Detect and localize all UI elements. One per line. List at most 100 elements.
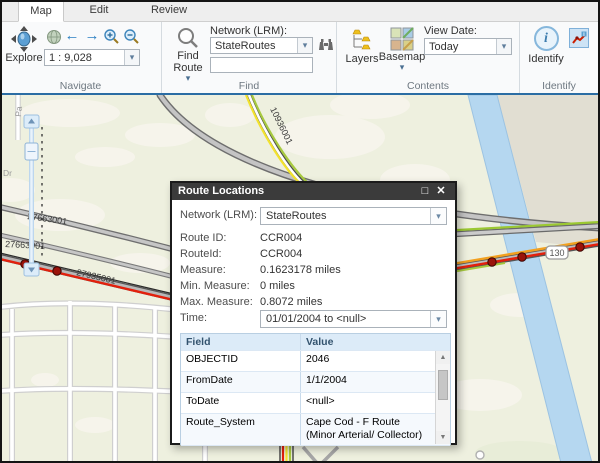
cell-field: OBJECTID xyxy=(181,351,301,371)
view-date-label: View Date: xyxy=(424,25,477,37)
column-header-field[interactable]: Field xyxy=(181,334,301,350)
layers-label: Layers xyxy=(345,53,379,65)
field-value: 0.8072 miles xyxy=(260,296,323,308)
network-combo-value: StateRoutes xyxy=(215,39,276,52)
route-input[interactable] xyxy=(210,57,313,73)
field-label: Route ID: xyxy=(180,232,227,244)
cell-value: <null> xyxy=(306,395,335,407)
network-row: Network (LRM): StateRoutes ▾ xyxy=(180,207,447,225)
view-date-value: Today xyxy=(429,40,459,53)
basemap-button[interactable]: Basemap ▾ xyxy=(379,27,425,72)
cell-field: Route_System xyxy=(181,414,301,445)
table-row[interactable]: OBJECTID 2046 xyxy=(181,351,450,372)
group-find: Find Route ▾ Network (LRM): StateRoutes … xyxy=(162,22,337,93)
ribbon: Explore ← → 1 : 9,028 ▾ Navigate Find Ro… xyxy=(0,22,600,93)
table-header-row: Field Value xyxy=(181,334,450,351)
street-label: Dr xyxy=(3,168,12,178)
identify-button[interactable]: i Identify xyxy=(526,26,566,65)
full-extent-globe-icon[interactable] xyxy=(46,29,62,45)
route-locations-dialog: Route Locations □ ✕ Network (LRM): State… xyxy=(170,181,457,446)
cell-field: FromDate xyxy=(181,372,301,392)
group-label-identify: Identify xyxy=(542,80,576,92)
explore-label: Explore xyxy=(5,52,43,64)
attribute-table: Field Value OBJECTID 2046 FromDate 1/1/2… xyxy=(180,333,451,446)
cell-value: 2046 xyxy=(306,353,330,365)
field-label: Measure: xyxy=(180,264,226,276)
dialog-title-bar[interactable]: Route Locations □ ✕ xyxy=(172,183,455,200)
chevron-down-icon[interactable]: ▾ xyxy=(430,208,446,224)
group-identify: i Identify i Identify xyxy=(520,22,598,93)
field-label: Time: xyxy=(180,312,208,324)
scroll-down-icon[interactable]: ▼ xyxy=(436,431,450,444)
column-header-value[interactable]: Value xyxy=(301,334,450,350)
group-navigate: Explore ← → 1 : 9,028 ▾ Navigate xyxy=(0,22,162,93)
table-row[interactable]: FromDate 1/1/2004 xyxy=(181,372,450,393)
explore-button[interactable]: Explore xyxy=(4,26,44,64)
group-label-contents: Contents xyxy=(406,80,450,92)
field-label: Max. Measure: xyxy=(180,296,253,308)
field-label: RouteId: xyxy=(180,248,222,260)
cell-value: Cape Cod - F Route (Minor Arterial/ Coll… xyxy=(306,416,423,441)
dialog-network-value: StateRoutes xyxy=(266,210,327,222)
time-row: Time: 01/01/2004 to <null> ▾ xyxy=(180,310,447,328)
explore-icon xyxy=(11,26,37,52)
route-id-row: Route ID: CCR004 xyxy=(180,230,447,246)
street-label: Pa xyxy=(13,106,24,118)
group-contents: Layers Basemap ▾ View Date: Today ▾ Cont… xyxy=(337,22,520,93)
dialog-time-combo[interactable]: 01/01/2004 to <null> ▾ xyxy=(260,310,447,328)
identify-info-icon: i xyxy=(533,26,559,51)
chevron-down-icon[interactable]: ▾ xyxy=(297,38,312,53)
road-label: 27935001 xyxy=(76,267,117,286)
identify-label: Identify xyxy=(528,53,564,65)
measure-row: Measure: 0.1623178 miles xyxy=(180,262,447,278)
zoom-in-icon[interactable] xyxy=(103,28,120,45)
chevron-down-icon: ▾ xyxy=(399,62,405,72)
dialog-time-value: 01/01/2004 to <null> xyxy=(266,313,367,325)
table-scrollbar[interactable]: ▲ ▼ xyxy=(435,351,450,444)
dialog-network-combo[interactable]: StateRoutes ▾ xyxy=(260,207,447,225)
chevron-down-icon[interactable]: ▾ xyxy=(124,50,139,65)
tab-map[interactable]: Map xyxy=(18,0,64,22)
view-date-combo[interactable]: Today ▾ xyxy=(424,38,512,55)
map-scale-combo[interactable]: 1 : 9,028 ▾ xyxy=(44,49,140,66)
min-measure-row: Min. Measure: 0 miles xyxy=(180,278,447,294)
next-extent-icon[interactable]: → xyxy=(83,28,101,44)
cell-value: 1/1/2004 xyxy=(306,374,347,386)
ribbon-tab-bar: Map Edit Review xyxy=(0,0,600,22)
field-value: CCR004 xyxy=(260,248,303,260)
find-route-magnifier-icon xyxy=(178,28,198,48)
network-combo[interactable]: StateRoutes ▾ xyxy=(210,37,313,54)
basemap-icon xyxy=(390,27,414,51)
find-route-label: Find Route xyxy=(173,50,203,74)
chevron-down-icon[interactable]: ▾ xyxy=(496,39,511,54)
road-label: 27663001 xyxy=(5,239,46,251)
group-label-find: Find xyxy=(238,80,260,92)
table-row[interactable]: ToDate <null> xyxy=(181,393,450,414)
zoom-out-icon[interactable] xyxy=(123,28,140,45)
table-row[interactable]: Route_System Cape Cod - F Route (Minor A… xyxy=(181,414,450,446)
identify-route-toggle-button[interactable]: i xyxy=(569,28,589,48)
find-route-button[interactable]: Find Route ▾ xyxy=(168,26,208,83)
close-icon[interactable]: ✕ xyxy=(433,183,449,200)
maximize-icon[interactable]: □ xyxy=(417,183,433,200)
route-shield-number: 130 xyxy=(549,248,564,258)
layers-button[interactable]: Layers xyxy=(345,27,379,65)
binoculars-icon[interactable] xyxy=(318,37,334,53)
previous-extent-icon[interactable]: ← xyxy=(63,28,81,44)
ribbon-underline xyxy=(0,93,600,95)
network-lrm-label: Network (LRM): xyxy=(210,25,288,37)
tab-edit[interactable]: Edit xyxy=(64,0,134,21)
scroll-up-icon[interactable]: ▲ xyxy=(436,351,450,364)
field-value: 0.1623178 miles xyxy=(260,264,341,276)
field-label: Network (LRM): xyxy=(180,209,258,221)
scrollbar-thumb[interactable] xyxy=(438,370,448,400)
chevron-down-icon[interactable]: ▾ xyxy=(430,311,446,327)
dialog-title: Route Locations xyxy=(178,185,265,197)
group-label-navigate: Navigate xyxy=(59,80,102,92)
map-scale-value: 1 : 9,028 xyxy=(49,51,92,64)
routeid-row: RouteId: CCR004 xyxy=(180,246,447,262)
field-value: 0 miles xyxy=(260,280,295,292)
tab-review[interactable]: Review xyxy=(134,0,204,21)
max-measure-row: Max. Measure: 0.8072 miles xyxy=(180,294,447,310)
field-value: CCR004 xyxy=(260,232,303,244)
